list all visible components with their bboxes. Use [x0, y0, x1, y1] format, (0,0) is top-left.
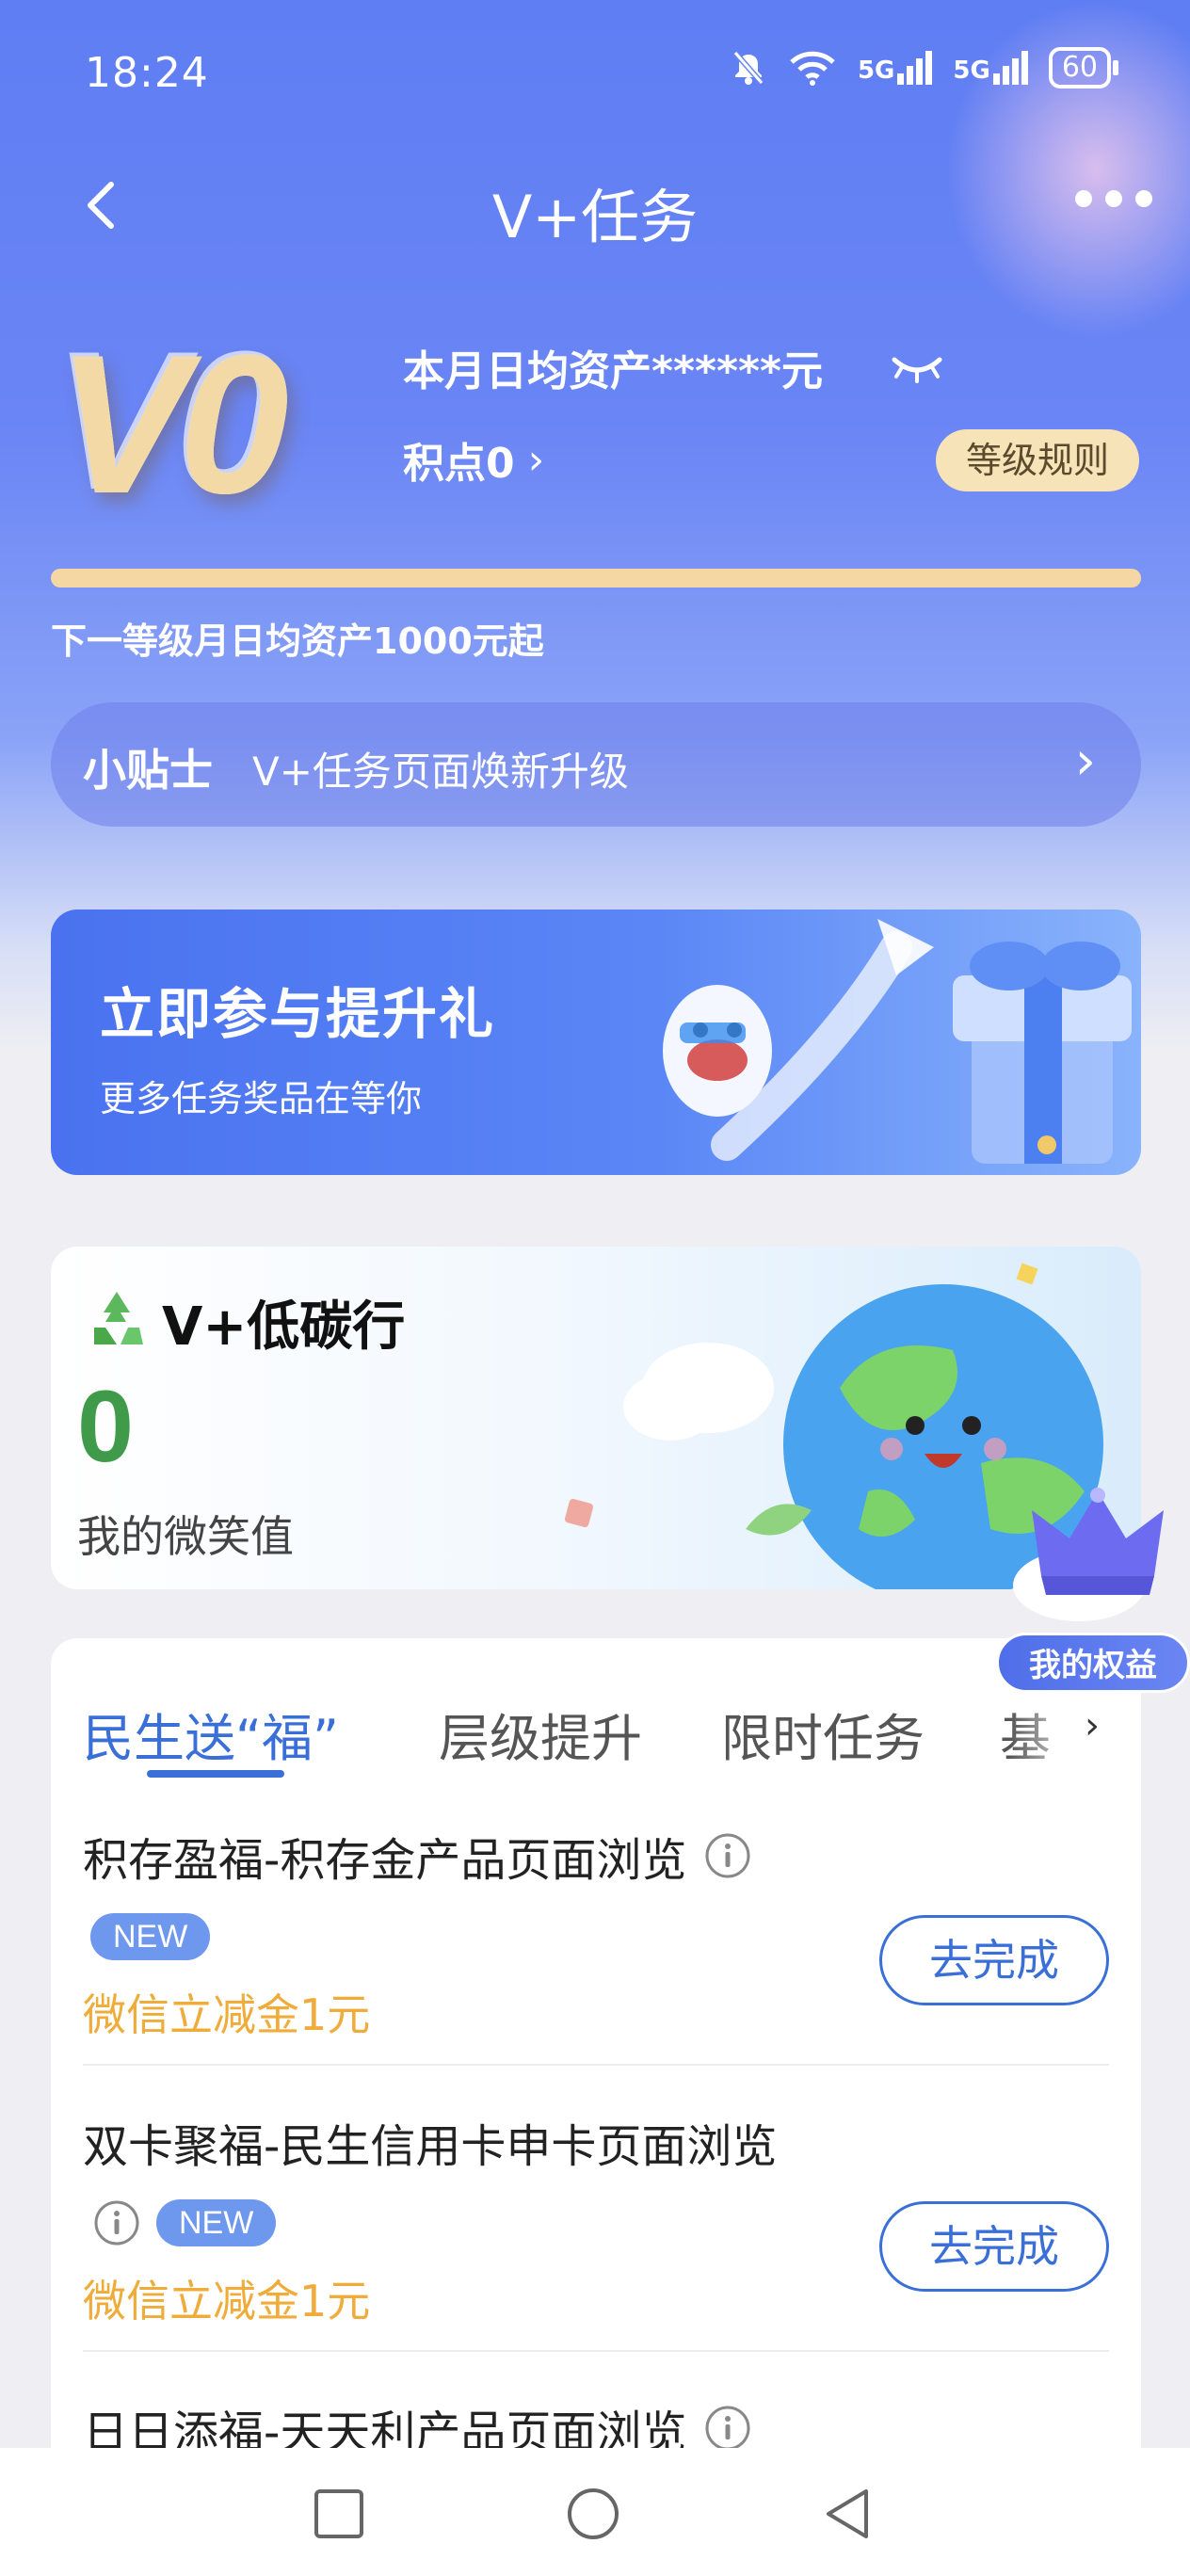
- system-nav-bar: [0, 2448, 1190, 2576]
- back-triangle-icon[interactable]: [819, 2486, 876, 2542]
- smile-value: 0: [77, 1369, 135, 1483]
- task-tabs: 民生送“福” 层级提升 限时任务 基 ›: [51, 1638, 1141, 1789]
- tab-minsheng-fu[interactable]: 民生送“福”: [83, 1697, 339, 1771]
- recycle-icon: [94, 1292, 143, 1344]
- home-icon[interactable]: [565, 2486, 621, 2542]
- divider: [83, 2350, 1109, 2352]
- tips-text: V+任务页面焕新升级: [252, 749, 629, 795]
- nav-bar: V+任务: [0, 151, 1190, 264]
- level-progress-bar: [51, 569, 1141, 588]
- promo-title: 立即参与提升礼: [100, 982, 496, 1046]
- promo-subtitle: 更多任务奖品在等你: [100, 1078, 423, 1119]
- monthly-asset: 本月日均资产******元: [403, 347, 824, 395]
- divider: [83, 2064, 1109, 2066]
- low-carbon-card[interactable]: V+低碳行 0 我的微笑值: [51, 1247, 1141, 1589]
- info-icon[interactable]: [92, 2198, 141, 2247]
- status-time: 18:24: [85, 49, 209, 97]
- smile-value-label: 我的微笑值: [77, 1511, 294, 1562]
- tips-banner[interactable]: 小贴士 V+任务页面焕新升级 ›: [51, 702, 1141, 827]
- signal-icon: 5G: [858, 51, 933, 85]
- new-tag: NEW: [156, 2199, 277, 2246]
- tips-label: 小贴士: [83, 745, 213, 796]
- go-complete-button[interactable]: 去完成: [879, 1915, 1109, 2005]
- bell-muted-icon: [732, 51, 764, 85]
- battery-indicator: 60: [1048, 47, 1119, 89]
- level-badge: V0: [56, 314, 289, 535]
- wifi-icon: [790, 51, 835, 86]
- active-tab-indicator: [147, 1770, 284, 1778]
- task-title: 双卡聚福-民生信用卡申卡页面浏览: [83, 2120, 778, 2173]
- low-carbon-title: V+低碳行: [162, 1296, 406, 1358]
- chevron-right-icon[interactable]: ›: [1085, 1704, 1100, 1747]
- info-icon[interactable]: [703, 1831, 752, 1880]
- eye-closed-icon[interactable]: [889, 348, 945, 386]
- task-title-row: 积存盈福-积存金产品页面浏览: [83, 1823, 1109, 1889]
- task-panel: 民生送“福” 层级提升 限时任务 基 › 积存盈福-积存金产品页面浏览 NEW …: [51, 1638, 1141, 2486]
- more-icon[interactable]: [1075, 190, 1152, 207]
- task-item: 积存盈福-积存金产品页面浏览 NEW 微信立减金1元 去完成: [83, 1823, 1109, 2043]
- page-title: V+任务: [491, 183, 699, 251]
- level-rules-button[interactable]: 等级规则: [936, 429, 1139, 491]
- status-bar: 18:24 5G 5G 60: [0, 0, 1190, 141]
- status-icons: 5G 5G 60: [730, 47, 1119, 89]
- chevron-right-icon: ›: [527, 435, 545, 484]
- gift-illustration: [663, 919, 1132, 1164]
- tab-level-up[interactable]: 层级提升: [439, 1697, 642, 1771]
- task-title-row: 双卡聚福-民生信用卡申卡页面浏览: [83, 2109, 1109, 2175]
- task-title: 积存盈福-积存金产品页面浏览: [83, 1834, 687, 1887]
- next-level-hint: 下一等级月日均资产1000元起: [51, 620, 544, 662]
- signal-icon-2: 5G: [953, 51, 1028, 85]
- points-link[interactable]: 积点0 ›: [403, 429, 544, 490]
- go-complete-button[interactable]: 去完成: [879, 2201, 1109, 2292]
- info-icon[interactable]: [703, 2404, 752, 2453]
- tab-limited-time[interactable]: 限时任务: [721, 1697, 925, 1771]
- task-item: 双卡聚福-民生信用卡申卡页面浏览 NEW 微信立减金1元 去完成: [83, 2109, 1109, 2329]
- crown-icon: [1013, 1488, 1164, 1621]
- recent-apps-icon[interactable]: [311, 2486, 367, 2542]
- my-rights-badge[interactable]: 我的权益: [996, 1633, 1190, 1693]
- new-tag: NEW: [90, 1913, 211, 1960]
- chevron-right-icon: ›: [1074, 731, 1096, 792]
- points-value: 积点0: [403, 440, 515, 488]
- promo-card[interactable]: 立即参与提升礼 更多任务奖品在等你: [51, 910, 1141, 1175]
